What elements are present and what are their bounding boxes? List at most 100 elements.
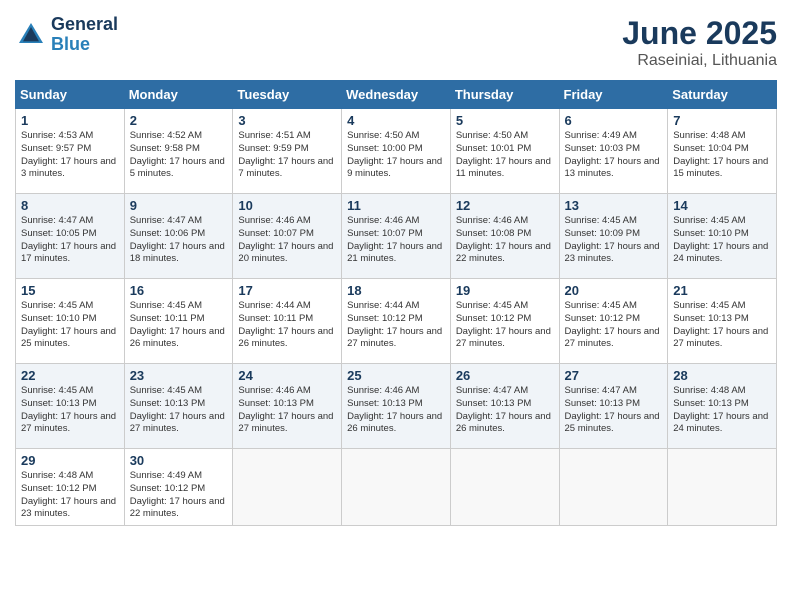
day-info: Sunrise: 4:53 AM Sunset: 9:57 PM Dayligh… (21, 130, 119, 181)
day-info: Sunrise: 4:47 AM Sunset: 10:06 PM Daylig… (130, 215, 228, 266)
weekday-header: Sunday (16, 81, 125, 109)
calendar-day-cell: 13 Sunrise: 4:45 AM Sunset: 10:09 PM Day… (559, 194, 668, 279)
day-number: 30 (130, 453, 228, 468)
calendar-day-cell: 7 Sunrise: 4:48 AM Sunset: 10:04 PM Dayl… (668, 109, 777, 194)
calendar-day-cell: 21 Sunrise: 4:45 AM Sunset: 10:13 PM Day… (668, 279, 777, 364)
logo-text: General Blue (51, 15, 118, 55)
calendar-day-cell: 1 Sunrise: 4:53 AM Sunset: 9:57 PM Dayli… (16, 109, 125, 194)
calendar-day-cell: 2 Sunrise: 4:52 AM Sunset: 9:58 PM Dayli… (124, 109, 233, 194)
day-info: Sunrise: 4:52 AM Sunset: 9:58 PM Dayligh… (130, 130, 228, 181)
day-info: Sunrise: 4:45 AM Sunset: 10:13 PM Daylig… (130, 385, 228, 436)
calendar-day-cell (559, 449, 668, 526)
calendar-day-cell: 28 Sunrise: 4:48 AM Sunset: 10:13 PM Day… (668, 364, 777, 449)
calendar-day-cell: 5 Sunrise: 4:50 AM Sunset: 10:01 PM Dayl… (450, 109, 559, 194)
calendar-day-cell (450, 449, 559, 526)
day-info: Sunrise: 4:51 AM Sunset: 9:59 PM Dayligh… (238, 130, 336, 181)
day-info: Sunrise: 4:48 AM Sunset: 10:04 PM Daylig… (673, 130, 771, 181)
day-info: Sunrise: 4:45 AM Sunset: 10:12 PM Daylig… (565, 300, 663, 351)
day-number: 29 (21, 453, 119, 468)
calendar-header-row: SundayMondayTuesdayWednesdayThursdayFrid… (16, 81, 777, 109)
day-number: 18 (347, 283, 445, 298)
calendar-day-cell (342, 449, 451, 526)
day-info: Sunrise: 4:45 AM Sunset: 10:12 PM Daylig… (456, 300, 554, 351)
calendar-day-cell: 16 Sunrise: 4:45 AM Sunset: 10:11 PM Day… (124, 279, 233, 364)
calendar-day-cell: 25 Sunrise: 4:46 AM Sunset: 10:13 PM Day… (342, 364, 451, 449)
day-number: 25 (347, 368, 445, 383)
day-info: Sunrise: 4:50 AM Sunset: 10:01 PM Daylig… (456, 130, 554, 181)
day-info: Sunrise: 4:46 AM Sunset: 10:13 PM Daylig… (238, 385, 336, 436)
day-number: 22 (21, 368, 119, 383)
day-number: 17 (238, 283, 336, 298)
day-info: Sunrise: 4:47 AM Sunset: 10:13 PM Daylig… (456, 385, 554, 436)
day-number: 14 (673, 198, 771, 213)
title-area: June 2025 Raseiniai, Lithuania (622, 15, 777, 70)
day-info: Sunrise: 4:49 AM Sunset: 10:12 PM Daylig… (130, 470, 228, 521)
calendar-day-cell: 6 Sunrise: 4:49 AM Sunset: 10:03 PM Dayl… (559, 109, 668, 194)
day-info: Sunrise: 4:45 AM Sunset: 10:11 PM Daylig… (130, 300, 228, 351)
day-info: Sunrise: 4:48 AM Sunset: 10:12 PM Daylig… (21, 470, 119, 521)
logo: General Blue (15, 15, 118, 55)
day-number: 24 (238, 368, 336, 383)
page-header: General Blue June 2025 Raseiniai, Lithua… (15, 15, 777, 70)
day-number: 13 (565, 198, 663, 213)
day-info: Sunrise: 4:47 AM Sunset: 10:13 PM Daylig… (565, 385, 663, 436)
calendar-day-cell: 15 Sunrise: 4:45 AM Sunset: 10:10 PM Day… (16, 279, 125, 364)
day-info: Sunrise: 4:50 AM Sunset: 10:00 PM Daylig… (347, 130, 445, 181)
calendar-day-cell: 30 Sunrise: 4:49 AM Sunset: 10:12 PM Day… (124, 449, 233, 526)
calendar-day-cell: 26 Sunrise: 4:47 AM Sunset: 10:13 PM Day… (450, 364, 559, 449)
day-info: Sunrise: 4:45 AM Sunset: 10:10 PM Daylig… (673, 215, 771, 266)
calendar-week-row: 29 Sunrise: 4:48 AM Sunset: 10:12 PM Day… (16, 449, 777, 526)
day-number: 16 (130, 283, 228, 298)
calendar-day-cell: 9 Sunrise: 4:47 AM Sunset: 10:06 PM Dayl… (124, 194, 233, 279)
day-info: Sunrise: 4:46 AM Sunset: 10:07 PM Daylig… (238, 215, 336, 266)
calendar-day-cell: 29 Sunrise: 4:48 AM Sunset: 10:12 PM Day… (16, 449, 125, 526)
day-number: 9 (130, 198, 228, 213)
calendar-week-row: 8 Sunrise: 4:47 AM Sunset: 10:05 PM Dayl… (16, 194, 777, 279)
weekday-header: Wednesday (342, 81, 451, 109)
calendar-table: SundayMondayTuesdayWednesdayThursdayFrid… (15, 80, 777, 526)
calendar-day-cell: 11 Sunrise: 4:46 AM Sunset: 10:07 PM Day… (342, 194, 451, 279)
weekday-header: Monday (124, 81, 233, 109)
calendar-week-row: 1 Sunrise: 4:53 AM Sunset: 9:57 PM Dayli… (16, 109, 777, 194)
calendar-day-cell: 24 Sunrise: 4:46 AM Sunset: 10:13 PM Day… (233, 364, 342, 449)
day-info: Sunrise: 4:45 AM Sunset: 10:09 PM Daylig… (565, 215, 663, 266)
calendar-week-row: 15 Sunrise: 4:45 AM Sunset: 10:10 PM Day… (16, 279, 777, 364)
day-number: 23 (130, 368, 228, 383)
day-info: Sunrise: 4:49 AM Sunset: 10:03 PM Daylig… (565, 130, 663, 181)
day-info: Sunrise: 4:48 AM Sunset: 10:13 PM Daylig… (673, 385, 771, 436)
day-number: 15 (21, 283, 119, 298)
calendar-day-cell: 8 Sunrise: 4:47 AM Sunset: 10:05 PM Dayl… (16, 194, 125, 279)
calendar-day-cell (668, 449, 777, 526)
day-number: 3 (238, 113, 336, 128)
day-number: 26 (456, 368, 554, 383)
weekday-header: Tuesday (233, 81, 342, 109)
day-number: 11 (347, 198, 445, 213)
calendar-day-cell: 18 Sunrise: 4:44 AM Sunset: 10:12 PM Day… (342, 279, 451, 364)
calendar-day-cell: 17 Sunrise: 4:44 AM Sunset: 10:11 PM Day… (233, 279, 342, 364)
day-info: Sunrise: 4:46 AM Sunset: 10:08 PM Daylig… (456, 215, 554, 266)
calendar-day-cell: 3 Sunrise: 4:51 AM Sunset: 9:59 PM Dayli… (233, 109, 342, 194)
calendar-day-cell: 23 Sunrise: 4:45 AM Sunset: 10:13 PM Day… (124, 364, 233, 449)
logo-icon (15, 19, 47, 51)
calendar-day-cell: 4 Sunrise: 4:50 AM Sunset: 10:00 PM Dayl… (342, 109, 451, 194)
day-number: 5 (456, 113, 554, 128)
location-title: Raseiniai, Lithuania (622, 52, 777, 70)
day-number: 1 (21, 113, 119, 128)
calendar-day-cell: 14 Sunrise: 4:45 AM Sunset: 10:10 PM Day… (668, 194, 777, 279)
calendar-day-cell: 10 Sunrise: 4:46 AM Sunset: 10:07 PM Day… (233, 194, 342, 279)
day-info: Sunrise: 4:45 AM Sunset: 10:10 PM Daylig… (21, 300, 119, 351)
weekday-header: Saturday (668, 81, 777, 109)
day-number: 2 (130, 113, 228, 128)
day-number: 20 (565, 283, 663, 298)
day-info: Sunrise: 4:45 AM Sunset: 10:13 PM Daylig… (673, 300, 771, 351)
day-number: 8 (21, 198, 119, 213)
day-number: 19 (456, 283, 554, 298)
day-number: 28 (673, 368, 771, 383)
weekday-header: Friday (559, 81, 668, 109)
day-info: Sunrise: 4:44 AM Sunset: 10:11 PM Daylig… (238, 300, 336, 351)
day-number: 10 (238, 198, 336, 213)
day-number: 12 (456, 198, 554, 213)
day-info: Sunrise: 4:46 AM Sunset: 10:07 PM Daylig… (347, 215, 445, 266)
day-number: 6 (565, 113, 663, 128)
day-info: Sunrise: 4:46 AM Sunset: 10:13 PM Daylig… (347, 385, 445, 436)
